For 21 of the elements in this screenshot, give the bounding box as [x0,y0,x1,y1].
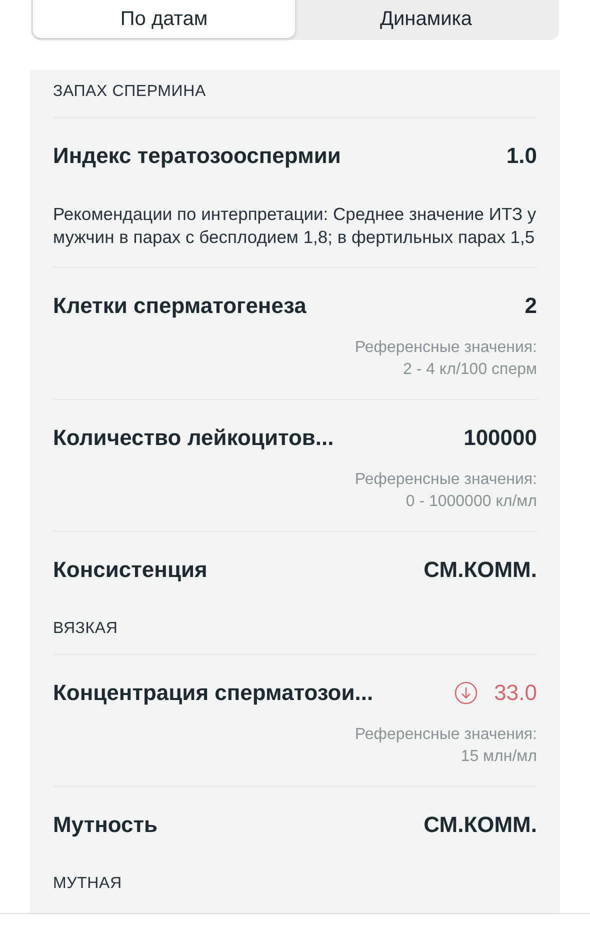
interpretation-note: Рекомендации по интерпретации: Среднее значение ИТЗ у мужчин в парах с бесплодием 1,8; в фертильных парах 1,5 [53,203,537,249]
result-value: СМ.КОММ. [424,556,537,584]
section-caption: ЗАПАХ СПЕРМИНА [53,82,207,102]
result-name: Клетки сперматогенеза [53,292,306,320]
result-name: Концентрация сперматозои... [53,679,374,707]
result-value: 2 [524,292,537,320]
reference-range: Референсные значения: 2 - 4 кл/100 сперм [354,338,537,380]
section-caption: ВЯЗКАЯ [53,619,119,639]
reference-range: Референсные значения: 0 - 1000000 кл/мл [354,470,537,512]
result-name: Мутность [53,811,158,839]
result-name: Консистенция [53,556,208,584]
result-value: 33.0 [494,679,537,707]
section-caption: МУТНАЯ [53,874,123,894]
result-name: Индекс тератозооспермии [53,142,341,170]
result-value: 1.0 [506,142,537,170]
result-name: Количество лейкоцитов... [53,424,334,452]
segment-tab[interactable]: По датам [33,0,295,38]
reference-range: Референсные значения: 15 млн/мл [354,725,537,767]
segment-tab[interactable]: Динамика [295,0,557,38]
result-value: 100000 [464,424,537,452]
result-value: СМ.КОММ. [424,811,537,839]
